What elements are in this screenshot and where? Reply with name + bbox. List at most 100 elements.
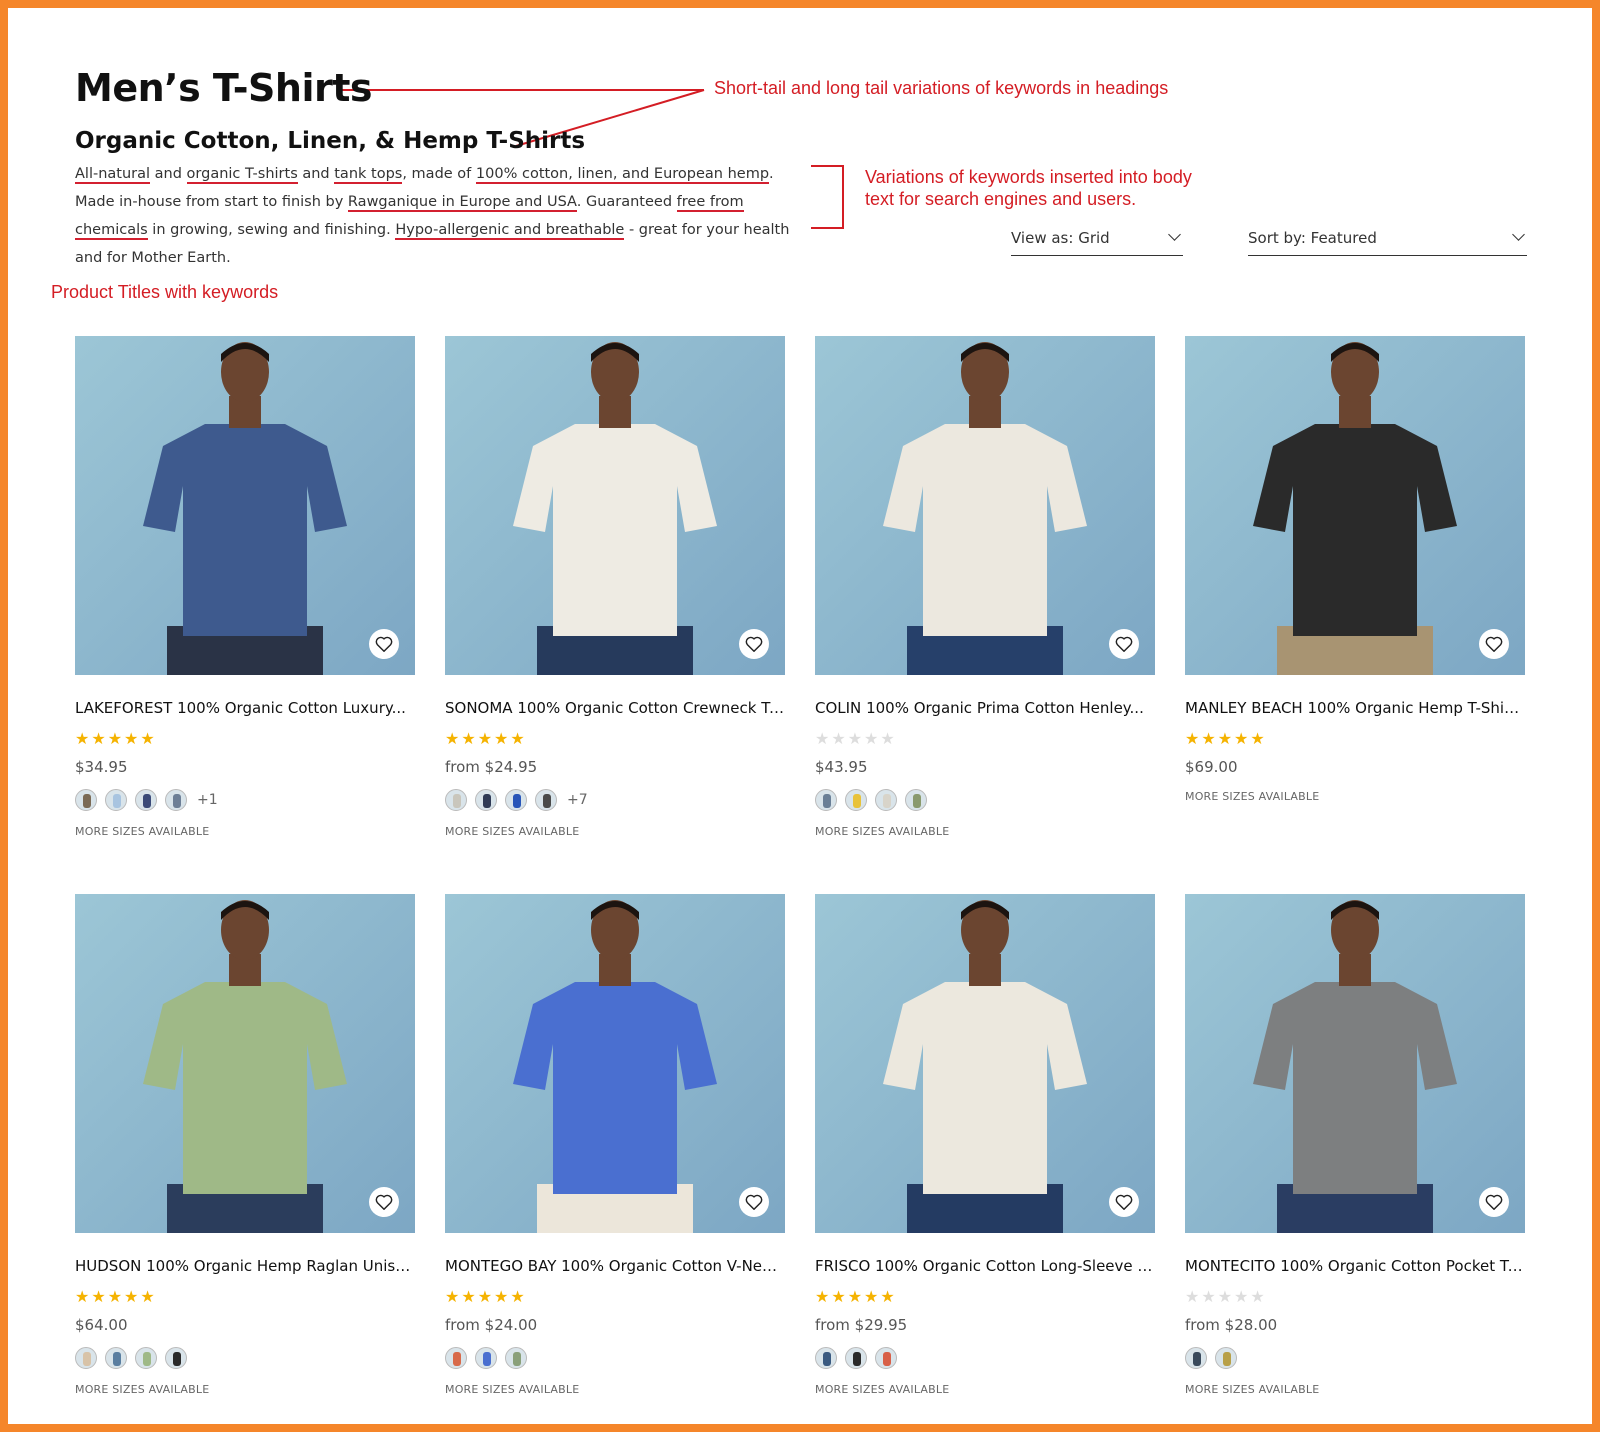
- heart-icon[interactable]: [369, 629, 399, 659]
- product-image[interactable]: [75, 894, 415, 1233]
- product-card[interactable]: MONTEGO BAY 100% Organic Cotton V-Neck..…: [445, 894, 785, 1432]
- description-text: in growing, sewing and finishing.: [147, 222, 396, 238]
- product-image[interactable]: [445, 894, 785, 1233]
- star-icon: ★: [124, 1287, 141, 1306]
- more-sizes-label: MORE SIZES AVAILABLE: [1185, 1383, 1320, 1396]
- heart-icon[interactable]: [739, 629, 769, 659]
- keyword-link[interactable]: organic T-shirts: [186, 166, 298, 184]
- product-image[interactable]: [1185, 336, 1525, 675]
- star-icon: ★: [1250, 1287, 1267, 1306]
- keyword-link[interactable]: All-natural: [75, 166, 151, 184]
- heart-icon[interactable]: [1479, 1187, 1509, 1217]
- product-price: $43.95: [815, 758, 868, 776]
- keyword-link[interactable]: Hypo-allergenic and breathable: [395, 222, 625, 240]
- product-card[interactable]: COLIN 100% Organic Prima Cotton Henley..…: [815, 336, 1155, 894]
- color-swatch[interactable]: [875, 789, 897, 811]
- keyword-link[interactable]: tank tops: [334, 166, 403, 184]
- star-icon: ★: [815, 729, 832, 748]
- rating-stars: ★★★★★: [75, 729, 415, 749]
- sort-by-dropdown[interactable]: Sort by: Featured: [1248, 224, 1527, 256]
- star-icon: ★: [864, 1287, 881, 1306]
- color-swatches: [445, 1347, 785, 1369]
- annotation-body-text: Variations of keywords inserted into bod…: [865, 167, 1192, 209]
- star-icon: ★: [461, 1287, 478, 1306]
- color-swatch[interactable]: [75, 789, 97, 811]
- color-swatch[interactable]: [105, 789, 127, 811]
- product-title[interactable]: MONTECITO 100% Organic Cotton Pocket T-.…: [1185, 1257, 1525, 1275]
- product-title[interactable]: LAKEFOREST 100% Organic Cotton Luxury...: [75, 699, 415, 717]
- product-card[interactable]: MONTECITO 100% Organic Cotton Pocket T-.…: [1185, 894, 1525, 1432]
- color-swatch[interactable]: [445, 1347, 467, 1369]
- color-swatch[interactable]: [135, 789, 157, 811]
- more-sizes-label: MORE SIZES AVAILABLE: [1185, 790, 1320, 803]
- chevron-down-icon: [1512, 228, 1525, 241]
- model-photo: [1185, 336, 1525, 675]
- star-icon: ★: [1250, 729, 1267, 748]
- product-image[interactable]: [815, 894, 1155, 1233]
- keyword-link[interactable]: 100% cotton, linen, and European hemp: [475, 166, 770, 184]
- product-title[interactable]: MANLEY BEACH 100% Organic Hemp T-Shirt..…: [1185, 699, 1525, 717]
- rating-stars: ★★★★★: [815, 1287, 1155, 1307]
- heart-icon[interactable]: [1109, 629, 1139, 659]
- product-card[interactable]: LAKEFOREST 100% Organic Cotton Luxury...…: [75, 336, 415, 894]
- product-price: from $29.95: [815, 1316, 908, 1334]
- color-swatch[interactable]: [535, 789, 557, 811]
- product-title[interactable]: SONOMA 100% Organic Cotton Crewneck T-..…: [445, 699, 785, 717]
- heart-icon[interactable]: [1479, 629, 1509, 659]
- view-as-dropdown[interactable]: View as: Grid: [1011, 224, 1183, 256]
- product-title[interactable]: COLIN 100% Organic Prima Cotton Henley..…: [815, 699, 1155, 717]
- color-swatch[interactable]: [75, 1347, 97, 1369]
- color-swatch[interactable]: [475, 789, 497, 811]
- star-icon: ★: [477, 729, 495, 748]
- color-swatch[interactable]: [845, 789, 867, 811]
- product-brand: SONOMA: [445, 699, 518, 717]
- color-swatch[interactable]: [845, 1347, 867, 1369]
- heart-icon[interactable]: [739, 1187, 769, 1217]
- star-icon: ★: [494, 1287, 511, 1306]
- more-colors-count[interactable]: +7: [567, 792, 588, 808]
- product-name: 100% Organic Hemp Raglan Unisex...: [146, 1257, 415, 1275]
- color-swatch[interactable]: [165, 789, 187, 811]
- color-swatches: [1185, 1347, 1525, 1369]
- product-card[interactable]: SONOMA 100% Organic Cotton Crewneck T-..…: [445, 336, 785, 894]
- rating-stars: ★★★★★: [1185, 729, 1525, 749]
- color-swatch[interactable]: [875, 1347, 897, 1369]
- color-swatch[interactable]: [445, 789, 467, 811]
- color-swatch[interactable]: [505, 789, 527, 811]
- star-icon: ★: [815, 1287, 832, 1306]
- color-swatch[interactable]: [1215, 1347, 1237, 1369]
- color-swatches: [75, 1347, 415, 1369]
- color-swatch[interactable]: [165, 1347, 187, 1369]
- product-card[interactable]: MANLEY BEACH 100% Organic Hemp T-Shirt..…: [1185, 336, 1525, 894]
- heart-icon[interactable]: [369, 1187, 399, 1217]
- product-image[interactable]: [445, 336, 785, 675]
- star-icon: ★: [847, 1287, 865, 1306]
- color-swatch[interactable]: [135, 1347, 157, 1369]
- product-title[interactable]: MONTEGO BAY 100% Organic Cotton V-Neck..…: [445, 1257, 785, 1275]
- star-icon: ★: [91, 1287, 108, 1306]
- more-colors-count[interactable]: +1: [197, 792, 218, 808]
- chevron-down-icon: [1168, 228, 1181, 241]
- color-swatch[interactable]: [815, 1347, 837, 1369]
- color-swatch[interactable]: [505, 1347, 527, 1369]
- product-title[interactable]: FRISCO 100% Organic Cotton Long-Sleeve T…: [815, 1257, 1155, 1275]
- model-photo: [75, 894, 415, 1233]
- star-icon: ★: [880, 729, 897, 748]
- product-image[interactable]: [75, 336, 415, 675]
- product-title[interactable]: HUDSON 100% Organic Hemp Raglan Unisex..…: [75, 1257, 415, 1275]
- product-image[interactable]: [1185, 894, 1525, 1233]
- product-price: $64.00: [75, 1316, 128, 1334]
- color-swatch[interactable]: [475, 1347, 497, 1369]
- product-card[interactable]: HUDSON 100% Organic Hemp Raglan Unisex..…: [75, 894, 415, 1432]
- color-swatch[interactable]: [1185, 1347, 1207, 1369]
- color-swatch[interactable]: [815, 789, 837, 811]
- product-card[interactable]: FRISCO 100% Organic Cotton Long-Sleeve T…: [815, 894, 1155, 1432]
- star-icon: ★: [1217, 1287, 1235, 1306]
- product-name: 100% Organic Cotton Pocket T-...: [1280, 1257, 1525, 1275]
- product-image[interactable]: [815, 336, 1155, 675]
- heart-icon[interactable]: [1109, 1187, 1139, 1217]
- color-swatch[interactable]: [905, 789, 927, 811]
- keyword-link[interactable]: Rawganique in Europe and USA: [347, 194, 577, 212]
- color-swatch[interactable]: [105, 1347, 127, 1369]
- more-sizes-label: MORE SIZES AVAILABLE: [815, 1383, 950, 1396]
